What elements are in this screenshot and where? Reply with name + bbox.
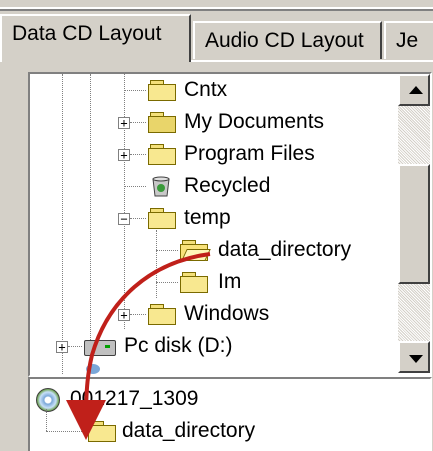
folder-icon [148, 304, 176, 325]
tree-item-windows[interactable]: + Windows [30, 298, 400, 330]
tree-item-my-documents[interactable]: + My Documents [30, 106, 400, 138]
expand-plus-icon[interactable]: + [118, 309, 130, 321]
scroll-thumb[interactable] [398, 164, 430, 284]
scroll-down-button[interactable] [398, 341, 430, 373]
source-folder-tree[interactable]: Cntx + My Documents + Program Files Recy… [28, 72, 432, 377]
vertical-scrollbar[interactable] [398, 74, 430, 373]
folder-icon [148, 208, 176, 229]
tab-je[interactable]: Je [384, 21, 433, 59]
my-documents-icon [148, 112, 176, 133]
tree-item-program-files[interactable]: + Program Files [30, 138, 400, 170]
tree-item-label: data_directory [218, 238, 352, 261]
tree-item-label: Recycled [184, 174, 271, 197]
tree-item-label: Im [218, 270, 242, 293]
tab-label: Je [396, 29, 419, 52]
tree-item-label: My Documents [184, 110, 325, 133]
scroll-track[interactable] [398, 106, 430, 164]
tree-item-label: temp [184, 206, 231, 229]
folder-icon [88, 421, 116, 442]
tab-label: Audio CD Layout [205, 29, 364, 52]
tree-item-label: Cntx [184, 78, 228, 101]
collapse-minus-icon[interactable]: − [118, 213, 130, 225]
scroll-up-button[interactable] [398, 74, 430, 106]
tab-audio-cd-layout[interactable]: Audio CD Layout [193, 21, 382, 59]
arrow-down-icon [409, 355, 423, 363]
tree-item-im[interactable]: Im [30, 266, 400, 298]
expand-plus-icon[interactable]: + [56, 341, 68, 353]
tree-item-label: Program Files [184, 142, 315, 165]
cd-root-item[interactable]: 001217_1309 [30, 383, 400, 415]
tab-data-cd-layout[interactable]: Data CD Layout [0, 14, 191, 62]
tree-item-temp[interactable]: − temp [30, 202, 400, 234]
arrow-up-icon [409, 86, 423, 94]
cd-child-label: data_directory [122, 419, 256, 442]
tree-item-recycled[interactable]: Recycled [30, 170, 400, 202]
hard-drive-icon [84, 340, 116, 356]
recycle-bin-icon [150, 174, 172, 198]
tab-label: Data CD Layout [12, 22, 162, 45]
cd-disc-icon [36, 388, 60, 412]
tree-item-cntx[interactable]: Cntx [30, 74, 400, 106]
tree-item-pc-disk[interactable]: + Pc disk (D:) [30, 330, 400, 362]
tree-item-data-directory[interactable]: data_directory [30, 234, 400, 266]
tree-item-label: Windows [184, 302, 270, 325]
folder-icon [180, 272, 208, 293]
expand-plus-icon[interactable]: + [118, 149, 130, 161]
tree-item-label: Pc disk (D:) [124, 334, 233, 357]
open-folder-icon [180, 240, 211, 261]
cd-child-item[interactable]: data_directory [30, 415, 400, 447]
tab-strip-edge [191, 60, 433, 62]
cd-layout-tree[interactable]: 001217_1309 data_directory [28, 377, 432, 451]
folder-icon [148, 144, 176, 165]
cd-root-label: 001217_1309 [70, 387, 199, 410]
scroll-track[interactable] [398, 284, 430, 341]
partial-drive-icon [86, 364, 100, 374]
folder-icon [148, 80, 176, 101]
expand-plus-icon[interactable]: + [118, 117, 130, 129]
